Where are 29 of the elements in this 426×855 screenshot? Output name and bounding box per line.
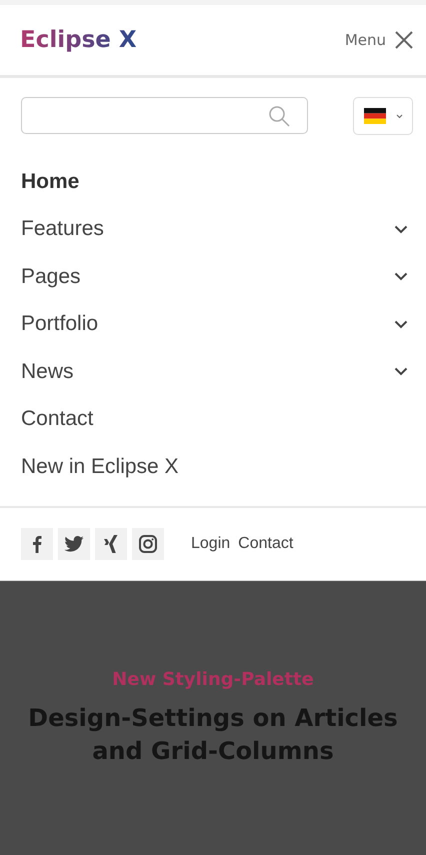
hero-kicker: New Styling-Palette: [112, 668, 314, 690]
language-select[interactable]: [353, 97, 413, 135]
bird-icon: [64, 536, 84, 552]
flag-icon: [364, 108, 386, 124]
footer-link[interactable]: Login: [191, 534, 230, 552]
facebook-icon: [32, 534, 42, 552]
menu-close-button[interactable]: Menu: [344, 30, 414, 50]
footer-link[interactable]: Contact: [238, 534, 294, 552]
chevron-down-icon[interactable]: [394, 367, 408, 376]
social-button[interactable]: [58, 528, 90, 560]
nav-item[interactable]: Contact: [21, 396, 408, 443]
nav-item[interactable]: Pages: [21, 253, 408, 300]
social-button[interactable]: [132, 528, 164, 560]
logo[interactable]: Eclipse X: [20, 27, 137, 53]
nav-item[interactable]: Home: [21, 158, 408, 206]
xing-icon: [103, 534, 119, 552]
social-button[interactable]: [21, 528, 53, 560]
chevron-down-icon[interactable]: [394, 272, 408, 282]
instagram-icon: [139, 534, 157, 552]
nav-item[interactable]: Portfolio: [21, 300, 408, 348]
caret-icon: [396, 114, 402, 118]
chevron-down-icon[interactable]: [394, 224, 408, 234]
chevron-down-icon[interactable]: [394, 320, 408, 329]
close-icon: [394, 30, 414, 50]
nav-item[interactable]: New in Eclipse X: [21, 443, 408, 490]
nav-item[interactable]: Features: [21, 206, 408, 253]
social-button[interactable]: [95, 528, 127, 560]
search-field[interactable]: [21, 97, 308, 134]
nav-item[interactable]: News: [21, 348, 408, 396]
